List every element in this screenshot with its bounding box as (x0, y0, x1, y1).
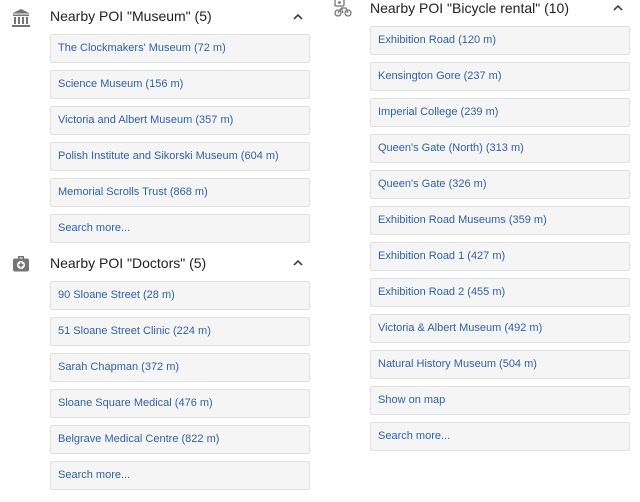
doctors-item-belgrave-medical[interactable]: Belgrave Medical Centre (822 m) (50, 425, 310, 454)
bicycle-item-kensington-gore[interactable]: Kensington Gore (237 m) (370, 62, 630, 91)
doctors-item-sarah-chapman[interactable]: Sarah Chapman (372 m) (50, 353, 310, 382)
medical-bag-icon (10, 252, 32, 274)
bicycle-item-queens-gate[interactable]: Queen's Gate (326 m) (370, 170, 630, 199)
bicycle-item-queens-gate-north[interactable]: Queen's Gate (North) (313 m) (370, 134, 630, 163)
museum-item-science[interactable]: Science Museum (156 m) (50, 70, 310, 99)
bicycle-rental-section: Nearby POI "Bicycle rental" (10) Exhibit… (320, 0, 640, 460)
museum-section: Nearby POI "Museum" (5) The Clockmakers'… (0, 0, 320, 245)
museum-item-memorial-scrolls[interactable]: Memorial Scrolls Trust (868 m) (50, 178, 310, 207)
doctors-item-sloane-square-medical[interactable]: Sloane Square Medical (476 m) (50, 389, 310, 418)
doctors-section: Nearby POI "Doctors" (5) 90 Sloane Stree… (0, 247, 320, 502)
bicycle-item-exhibition-road-1[interactable]: Exhibition Road 1 (427 m) (370, 242, 630, 271)
museum-item-victoria-albert[interactable]: Victoria and Albert Museum (357 m) (50, 106, 310, 135)
bicycle-item-exhibition-road[interactable]: Exhibition Road (120 m) (370, 26, 630, 55)
doctors-item-90-sloane[interactable]: 90 Sloane Street (28 m) (50, 281, 310, 310)
chevron-up-icon[interactable] (291, 256, 305, 270)
chevron-up-icon[interactable] (291, 10, 305, 24)
bicycle-item-imperial-college[interactable]: Imperial College (239 m) (370, 98, 630, 127)
bicycle-show-on-map-button[interactable]: Show on map (370, 386, 630, 415)
bicycle-rental-section-title: Nearby POI "Bicycle rental" (10) (370, 0, 570, 16)
museum-item-clockmakers[interactable]: The Clockmakers' Museum (72 m) (50, 34, 310, 63)
museum-search-more-button[interactable]: Search more... (50, 214, 310, 243)
bicycle-rental-icon (332, 0, 354, 19)
bicycle-item-exhibition-road-museums[interactable]: Exhibition Road Museums (359 m) (370, 206, 630, 235)
chevron-up-icon[interactable] (611, 1, 625, 15)
bicycle-item-victoria-albert[interactable]: Victoria & Albert Museum (492 m) (370, 314, 630, 343)
doctors-search-more-button[interactable]: Search more... (50, 461, 310, 490)
museum-item-polish-institute[interactable]: Polish Institute and Sikorski Museum (60… (50, 142, 310, 171)
bicycle-search-more-button[interactable]: Search more... (370, 422, 630, 451)
bicycle-item-exhibition-road-2[interactable]: Exhibition Road 2 (455 m) (370, 278, 630, 307)
museum-section-title: Nearby POI "Museum" (5) (50, 8, 212, 24)
bicycle-item-natural-history[interactable]: Natural History Museum (504 m) (370, 350, 630, 379)
doctors-section-title: Nearby POI "Doctors" (5) (50, 255, 207, 271)
museum-icon (10, 7, 32, 29)
doctors-item-51-sloane-clinic[interactable]: 51 Sloane Street Clinic (224 m) (50, 317, 310, 346)
